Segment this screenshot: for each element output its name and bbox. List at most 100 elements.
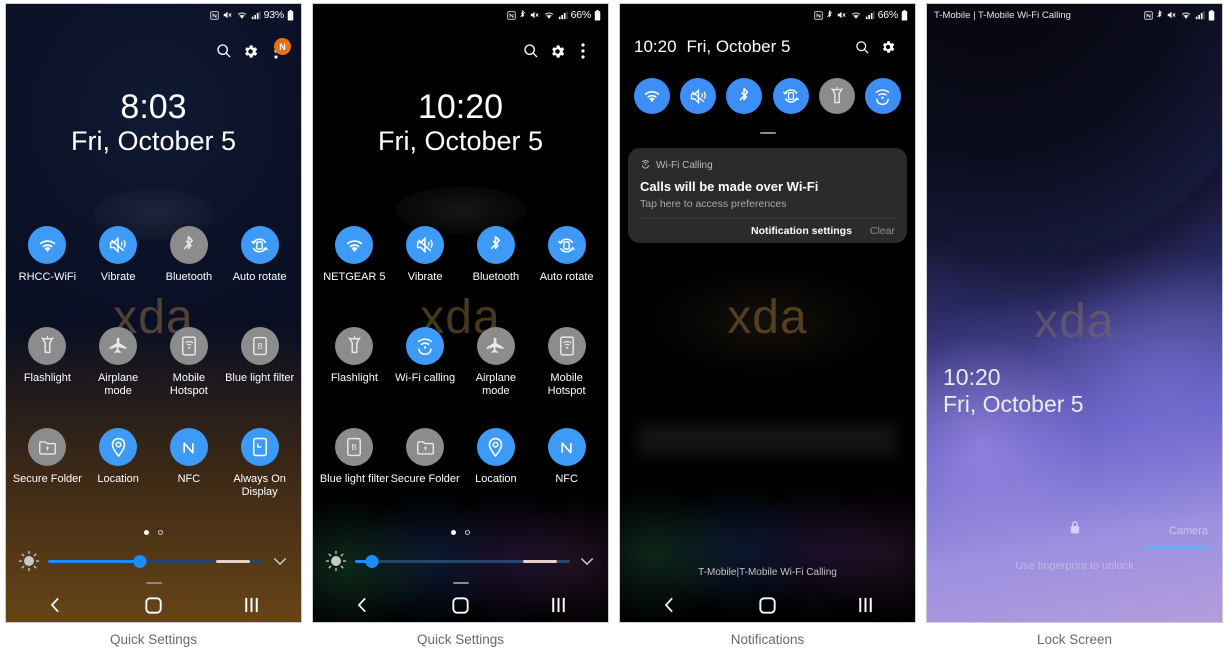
- tile-auto-rotate[interactable]: Auto rotate: [224, 226, 295, 284]
- tile-airplane-mode[interactable]: Airplane mode: [83, 327, 154, 399]
- camera-shortcut-indicator[interactable]: [1144, 546, 1210, 550]
- back-button[interactable]: [6, 597, 104, 613]
- search-button[interactable]: [849, 34, 875, 60]
- brightness-slider[interactable]: [355, 550, 570, 572]
- compact-quick-toggles: [620, 78, 915, 114]
- pull-handle[interactable]: [145, 582, 162, 584]
- tile-secure-folder[interactable]: Secure Folder: [12, 428, 83, 500]
- recents-button[interactable]: [817, 597, 915, 613]
- recents-button[interactable]: [203, 597, 301, 613]
- tile-label: NFC: [555, 473, 578, 485]
- quick-settings-header: [313, 38, 608, 64]
- slider-end-marker: [216, 559, 251, 563]
- brightness-slider-row: [313, 546, 608, 576]
- tile-label: Vibrate: [100, 271, 136, 283]
- toggle-auto-rotate[interactable]: [772, 78, 809, 114]
- pull-handle[interactable]: [452, 582, 469, 584]
- page-dot[interactable]: [158, 530, 163, 535]
- tile-rhcc-wifi[interactable]: RHCC-WiFi: [12, 226, 83, 284]
- tile-bluetooth[interactable]: Bluetooth: [154, 226, 225, 284]
- page-dot-active[interactable]: [144, 530, 149, 535]
- blue-light-icon: B: [335, 428, 374, 466]
- search-button[interactable]: [518, 38, 544, 64]
- airplane-icon: [99, 327, 138, 365]
- tile-vibrate[interactable]: Vibrate: [83, 226, 154, 284]
- slider-fill: [48, 560, 141, 563]
- pull-handle[interactable]: [759, 132, 776, 134]
- svg-text:B: B: [257, 342, 262, 351]
- brightness-slider[interactable]: [48, 550, 263, 572]
- lock-screen-clock: 10:20 Fri, October 5: [943, 364, 1084, 418]
- panel-caption: Notifications: [730, 631, 805, 647]
- signal-icon: [558, 10, 568, 20]
- toggle-bluetooth[interactable]: [726, 78, 763, 114]
- tile-wifi-calling[interactable]: Wi-Fi calling: [390, 327, 461, 399]
- wifi-icon: [335, 226, 374, 264]
- tile-label: Blue light filter: [319, 473, 389, 485]
- tile-mobile-hotspot[interactable]: Mobile Hotspot: [531, 327, 602, 399]
- nfc-icon: [169, 428, 208, 466]
- overflow-menu-button[interactable]: [570, 38, 596, 64]
- tile-label: Mobile Hotspot: [169, 372, 208, 398]
- tile-netgear-5[interactable]: NETGEAR 5: [319, 226, 390, 284]
- back-button[interactable]: [313, 597, 411, 613]
- vibrate-icon: [406, 226, 445, 264]
- nfc-icon: [1144, 10, 1153, 20]
- tile-bluetooth[interactable]: Bluetooth: [461, 226, 532, 284]
- notification-card[interactable]: Wi-Fi Calling Calls will be made over Wi…: [628, 148, 907, 243]
- tile-nfc[interactable]: NFC: [154, 428, 225, 500]
- toggle-wifi-calling[interactable]: [864, 78, 901, 114]
- tile-blue-light-filter[interactable]: B Blue light filter: [319, 428, 390, 486]
- tile-always-on-display[interactable]: Always On Display: [224, 428, 295, 500]
- tile-auto-rotate[interactable]: Auto rotate: [531, 226, 602, 284]
- wifi-icon: [236, 10, 248, 20]
- hotspot-icon: [547, 327, 586, 365]
- quick-settings-tile-row-1: RHCC-WiFi Vibrate Bluetooth Auto rotate: [6, 226, 301, 284]
- page-dot-active[interactable]: [451, 530, 456, 535]
- home-button[interactable]: [718, 596, 816, 614]
- tile-mobile-hotspot[interactable]: Mobile Hotspot: [154, 327, 225, 399]
- tile-flashlight[interactable]: Flashlight: [12, 327, 83, 399]
- brightness-slider-row: [6, 546, 301, 576]
- notification-settings-button[interactable]: Notification settings: [751, 225, 852, 237]
- notification-subtitle: Tap here to access preferences: [640, 198, 787, 210]
- settings-gear-button[interactable]: [237, 38, 263, 64]
- toggle-flashlight[interactable]: [818, 78, 855, 114]
- tile-location[interactable]: Location: [83, 428, 154, 500]
- settings-gear-button[interactable]: [544, 38, 570, 64]
- page-dot[interactable]: [465, 530, 470, 535]
- tile-secure-folder[interactable]: Secure Folder: [390, 428, 461, 486]
- hotspot-icon: [169, 327, 208, 365]
- toggle-wifi[interactable]: [634, 78, 670, 114]
- slider-knob[interactable]: [133, 554, 147, 568]
- tile-nfc[interactable]: NFC: [531, 428, 602, 486]
- search-button[interactable]: [211, 38, 237, 64]
- nfc-icon: [547, 428, 586, 466]
- chevron-down-icon[interactable]: [271, 557, 289, 566]
- quick-settings-header: N: [6, 38, 301, 64]
- recents-button[interactable]: [510, 597, 608, 613]
- tile-flashlight[interactable]: Flashlight: [319, 327, 390, 399]
- chevron-down-icon[interactable]: [578, 557, 596, 566]
- camera-shortcut-label[interactable]: Camera: [1169, 525, 1208, 537]
- tile-blue-light-filter[interactable]: B Blue light filter: [224, 327, 295, 399]
- clock-time: 8:03: [120, 88, 187, 126]
- tile-airplane-mode[interactable]: Airplane mode: [461, 327, 532, 399]
- clear-button[interactable]: Clear: [870, 225, 895, 237]
- overflow-menu-button[interactable]: N: [263, 38, 291, 64]
- status-bar-icons: 66%: [813, 9, 908, 21]
- vibrate-icon: [99, 226, 138, 264]
- phone-screen-notifications: 66% 10:20 Fri, October 5 Wi-Fi Calling C…: [619, 3, 916, 623]
- battery-percent-label: 66%: [877, 9, 899, 21]
- tile-vibrate[interactable]: Vibrate: [390, 226, 461, 284]
- settings-gear-button[interactable]: [875, 34, 901, 60]
- wifi-icon: [1180, 10, 1192, 20]
- back-button[interactable]: [620, 597, 718, 613]
- phone-screen-lock: T-Mobile | T-Mobile Wi-Fi Calling xda 10…: [926, 3, 1223, 623]
- toggle-vibrate[interactable]: [680, 78, 717, 114]
- tile-location[interactable]: Location: [461, 428, 532, 486]
- slider-knob[interactable]: [365, 554, 379, 568]
- home-button[interactable]: [104, 596, 202, 614]
- home-button[interactable]: [411, 596, 509, 614]
- auto-rotate-icon: [240, 226, 279, 264]
